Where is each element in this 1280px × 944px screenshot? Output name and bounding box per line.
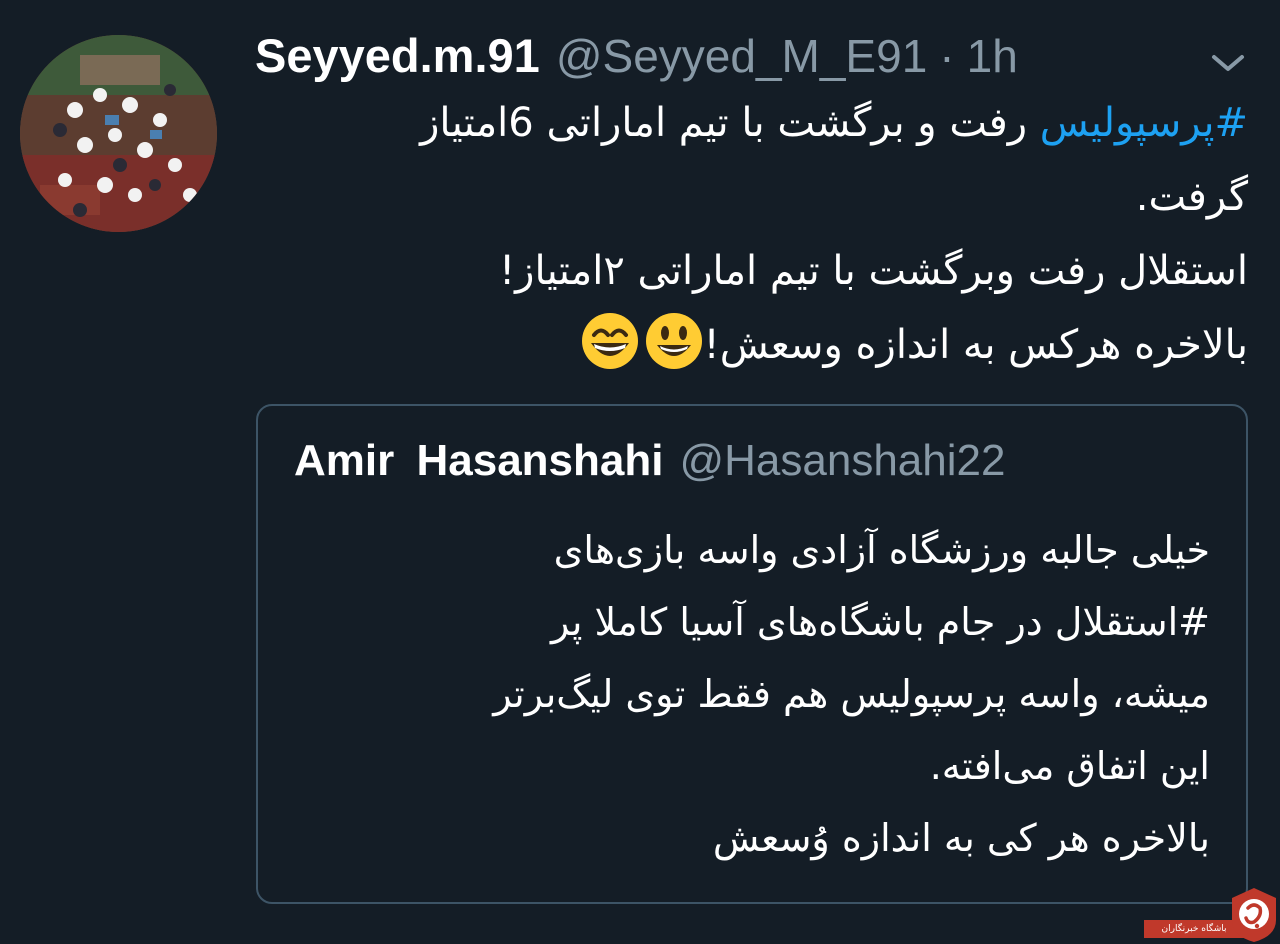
quoted-tweet-header: Amir Hasanshahi @Hasanshahi22 (294, 436, 1005, 486)
watermark-logo-icon (1232, 888, 1276, 942)
grinning-face-icon (645, 313, 702, 369)
tweet-line-4: بالاخره هرکس به اندازه وسعش! (258, 308, 1248, 382)
quoted-tweet[interactable]: Amir Hasanshahi @Hasanshahi22 خیلی جالبه… (256, 404, 1248, 904)
quoted-line-1: خیلی جالبه ورزشگاه آزادی واسه بازی‌های (553, 528, 1210, 572)
separator-dot: · (939, 30, 955, 82)
quoted-tweet-text: خیلی جالبه ورزشگاه آزادی واسه بازی‌های #… (310, 514, 1210, 874)
avatar-photo (20, 35, 217, 232)
quoted-user-handle: @Hasanshahi22 (679, 436, 1006, 485)
hashtag-link[interactable]: #پرسپولیس (1040, 100, 1248, 146)
grinning-squinting-face-icon (581, 313, 638, 369)
quoted-line-5: بالاخره هر کی به اندازه وُسعش (712, 816, 1210, 860)
timestamp[interactable]: 1h (967, 29, 1018, 83)
tweet-header: Seyyed.m.91 @Seyyed_M_E91 · 1h (255, 28, 1018, 88)
display-name[interactable]: Seyyed.m.91 (255, 28, 540, 83)
quoted-line-4: این اتفاق می‌افته. (929, 744, 1210, 788)
tweet-line-4-text: بالاخره هرکس به اندازه وسعش! (703, 322, 1248, 368)
tweet-line-1-text: رفت و برگشت با تیم اماراتی 6امتیاز (420, 100, 1040, 146)
chevron-down-icon[interactable] (1208, 48, 1248, 78)
quoted-line-2: #استقلال در جام باشگاه‌های آسیا کاملا پر (550, 600, 1210, 644)
tweet-line-2: گرفت. (1135, 174, 1248, 220)
quoted-display-name: Amir Hasanshahi (294, 436, 664, 485)
watermark: باشگاه خبرنگاران (1144, 886, 1280, 944)
tweet-text: #پرسپولیس رفت و برگشت با تیم اماراتی 6ام… (258, 86, 1248, 382)
tweet-line-1: #پرسپولیس رفت و برگشت با تیم اماراتی 6ام… (258, 86, 1248, 160)
user-handle[interactable]: @Seyyed_M_E91 (556, 29, 927, 83)
quoted-line-3: میشه، واسه پرسپولیس هم فقط توی لیگ‌برتر (493, 672, 1210, 716)
tweet-line-3: استقلال رفت وبرگشت با تیم اماراتی ۲امتیا… (499, 248, 1248, 294)
avatar[interactable] (20, 35, 217, 232)
